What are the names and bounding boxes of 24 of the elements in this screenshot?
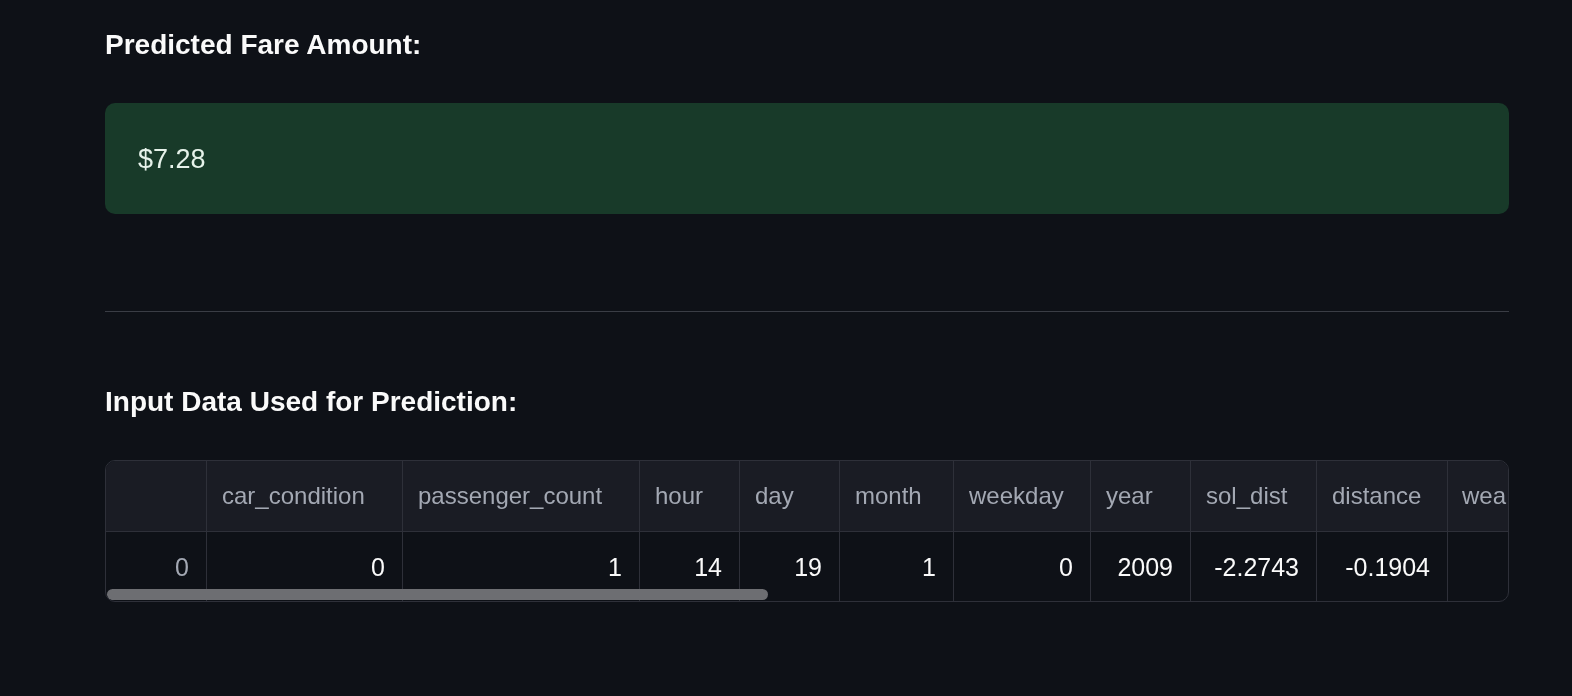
table-cell: -0.1904	[1345, 551, 1430, 582]
column-header[interactable]: day	[755, 481, 794, 511]
table-cell: 1	[922, 551, 936, 582]
table-cell: 19	[794, 551, 822, 582]
fare-value: $7.28	[138, 142, 206, 176]
column-header[interactable]: wea	[1462, 481, 1507, 511]
column-header[interactable]: hour	[655, 481, 704, 511]
column-header[interactable]: sol_dist	[1206, 481, 1288, 511]
row-index: 0	[175, 551, 189, 582]
column-header[interactable]: year	[1106, 481, 1153, 511]
column-header[interactable]: month	[855, 481, 922, 511]
column-header[interactable]: weekday	[969, 481, 1064, 511]
section-heading: Input Data Used for Prediction:	[105, 385, 518, 419]
horizontal-scrollbar[interactable]	[107, 589, 768, 600]
section-heading: Predicted Fare Amount:	[105, 28, 422, 62]
column-header[interactable]: distance	[1332, 481, 1422, 511]
table-cell: 0	[371, 551, 385, 582]
table-cell: 14	[694, 551, 722, 582]
table-cell: -2.2743	[1214, 551, 1299, 582]
table-cell: 0	[1059, 551, 1073, 582]
table-cell: 2009	[1117, 551, 1173, 582]
column-header[interactable]: passenger_count	[418, 481, 603, 511]
column-header[interactable]: car_condition	[222, 481, 365, 511]
table-cell: 1	[608, 551, 622, 582]
